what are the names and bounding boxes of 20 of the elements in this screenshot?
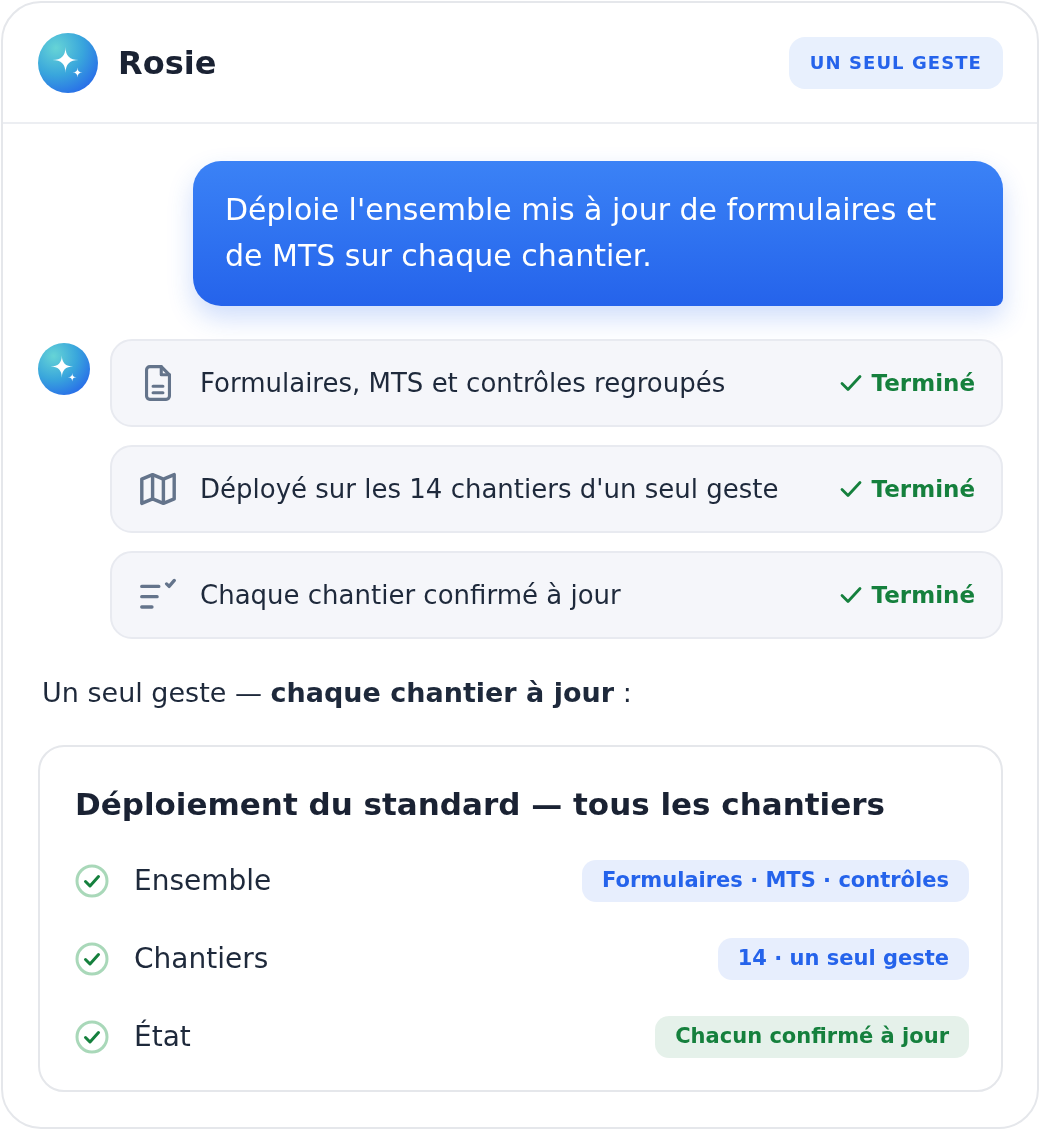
status-label: Terminé — [871, 580, 975, 610]
row-label: Chantiers — [134, 941, 270, 977]
row-label: Ensemble — [134, 863, 273, 899]
row-tag: Formulaires · MTS · contrôles — [582, 860, 969, 902]
status-label: Terminé — [871, 474, 975, 504]
step-text: Déployé sur les 14 chantiers d'un seul geste — [200, 472, 780, 506]
map-icon — [140, 471, 176, 507]
status-label: Terminé — [871, 368, 975, 398]
sparkle-avatar-icon — [38, 32, 98, 93]
sparkle-avatar-icon — [38, 343, 90, 395]
step-text: Chaque chantier confirmé à jour — [200, 578, 622, 612]
row-label: État — [134, 1018, 192, 1055]
row-tag: 14 · un seul geste — [717, 938, 969, 980]
mode-badge: UN SEUL GESTE — [788, 36, 1003, 89]
step-text: Formulaires, MTS et contrôles regroupés — [200, 366, 727, 400]
summary-text: Un seul geste — chaque chantier à jour : — [41, 676, 633, 710]
row-tag: Chacun confirmé à jour — [655, 1016, 969, 1058]
card-title: Déploiement du standard — tous les chantiers — [75, 785, 886, 824]
assistant-name: Rosie — [118, 46, 217, 79]
user-message-bubble: Déploie l'ensemble mis à jour de formulaires et de MTS sur chaque chantier. — [193, 161, 1003, 306]
